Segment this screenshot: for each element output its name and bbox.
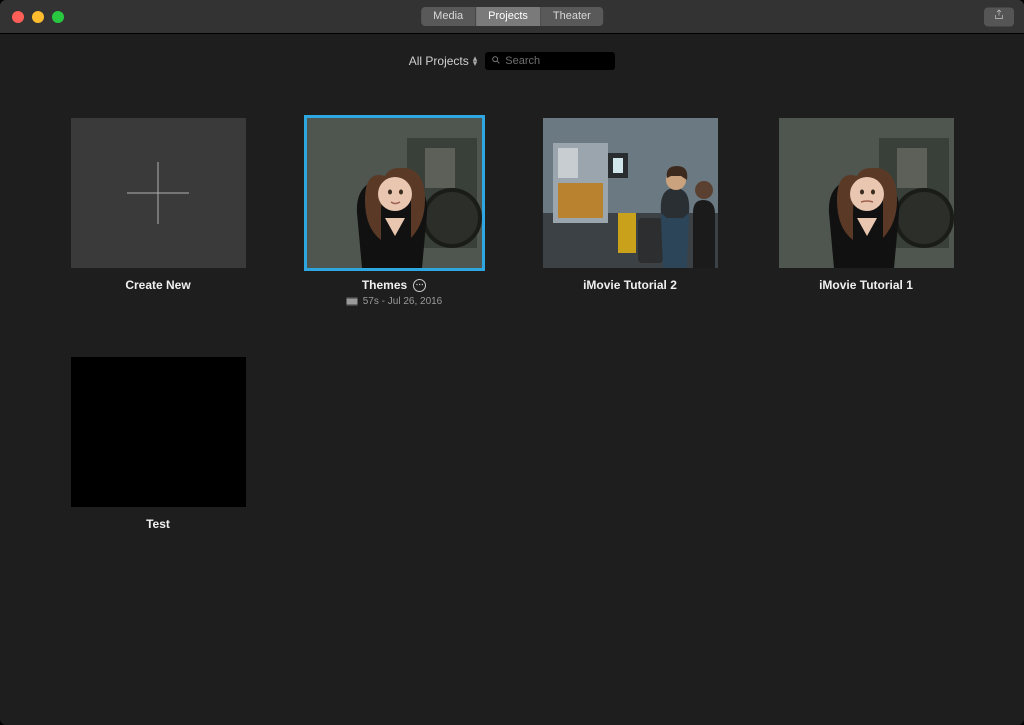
project-meta-text: 57s - Jul 26, 2016 — [363, 296, 443, 307]
project-title: iMovie Tutorial 2 — [583, 278, 677, 292]
search-field[interactable] — [485, 52, 615, 70]
zoom-window-button[interactable] — [52, 11, 64, 23]
titlebar: Media Projects Theater — [0, 0, 1024, 34]
projects-filter-label: All Projects — [409, 54, 469, 68]
project-title: iMovie Tutorial 1 — [819, 278, 913, 292]
create-new-thumb[interactable] — [71, 118, 246, 268]
project-tile-themes[interactable]: Themes ⋯ 57s - Jul 26, 2016 — [306, 118, 482, 307]
filter-bar: All Projects ▴▾ — [0, 34, 1024, 88]
thumbnail-image — [779, 118, 954, 268]
thumbnail-image — [307, 118, 482, 268]
tab-projects[interactable]: Projects — [476, 7, 541, 26]
close-window-button[interactable] — [12, 11, 24, 23]
project-tile-tutorial-2[interactable]: iMovie Tutorial 2 — [542, 118, 718, 307]
share-icon — [993, 7, 1005, 26]
project-thumb-tutorial-1[interactable] — [779, 118, 954, 268]
window-controls — [0, 11, 64, 23]
project-more-button[interactable]: ⋯ — [413, 279, 426, 292]
thumbnail-image — [543, 118, 718, 268]
project-title: Themes — [362, 278, 407, 292]
create-new-tile[interactable]: Create New — [70, 118, 246, 307]
project-tile-tutorial-1[interactable]: iMovie Tutorial 1 — [778, 118, 954, 307]
project-meta: 57s - Jul 26, 2016 — [346, 296, 443, 307]
share-button[interactable] — [984, 7, 1014, 26]
project-title: Test — [146, 517, 170, 531]
search-input[interactable] — [505, 55, 647, 67]
create-new-label: Create New — [125, 278, 190, 292]
minimize-window-button[interactable] — [32, 11, 44, 23]
project-thumb-themes[interactable] — [307, 118, 482, 268]
tab-theater[interactable]: Theater — [541, 7, 603, 26]
search-icon — [491, 54, 501, 68]
app-window: Media Projects Theater All Projects ▴▾ — [0, 0, 1024, 725]
view-segmented-control: Media Projects Theater — [421, 7, 603, 26]
project-thumb-tutorial-2[interactable] — [543, 118, 718, 268]
updown-icon: ▴▾ — [473, 56, 478, 67]
project-tile-test[interactable]: Test — [70, 357, 246, 531]
project-thumb-test[interactable] — [71, 357, 246, 507]
projects-filter-dropdown[interactable]: All Projects ▴▾ — [409, 54, 478, 68]
movie-icon — [346, 297, 358, 306]
projects-grid: Create New — [0, 88, 1024, 561]
tab-media[interactable]: Media — [421, 7, 476, 26]
